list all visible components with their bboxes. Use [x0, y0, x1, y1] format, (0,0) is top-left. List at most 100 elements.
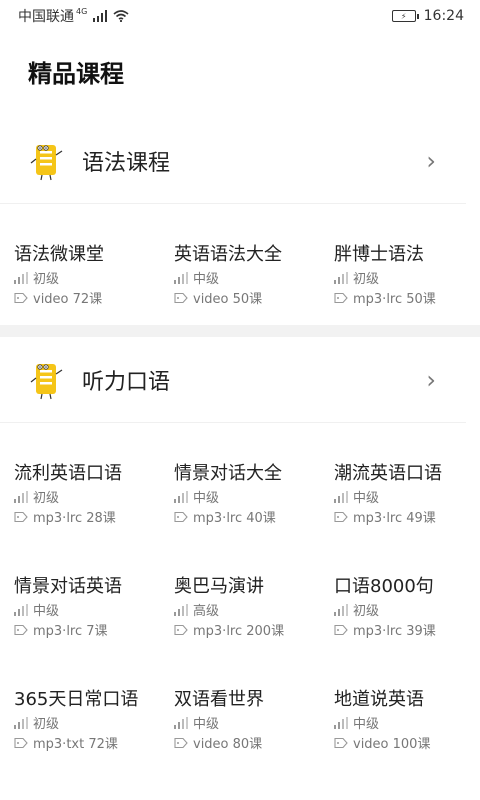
course-level: 中级	[33, 604, 60, 619]
course-level: 初级	[353, 604, 380, 619]
status-bar: 中国联通 4G ⚡ 16:24	[0, 0, 480, 32]
level-icon	[174, 490, 188, 503]
course-card[interactable]: 语法微课堂 初级 video 72课	[14, 204, 174, 317]
level-icon	[334, 490, 348, 503]
course-card[interactable]: 流利英语口语 初级 mp3·lrc 28课	[14, 423, 174, 536]
course-info: mp3·lrc 50课	[353, 292, 436, 307]
course-name: 胖博士语法	[334, 244, 424, 265]
course-info-row: video 72课	[14, 290, 174, 307]
course-info: mp3·lrc 28课	[33, 511, 116, 526]
course-level-row: 中级	[334, 715, 480, 732]
course-info-row: video 50课	[174, 290, 334, 307]
battery-icon: ⚡	[391, 10, 419, 22]
course-level: 初级	[33, 272, 60, 287]
course-info-row: mp3·lrc 49课	[334, 509, 480, 526]
course-info-row: mp3·lrc 50课	[334, 290, 480, 307]
course-card[interactable]: 情景对话大全 中级 mp3·lrc 40课	[174, 423, 334, 536]
course-level-row: 中级	[174, 715, 334, 732]
clock: 16:24	[423, 8, 464, 24]
carrier-label: 中国联通	[18, 9, 74, 25]
section-divider	[0, 325, 480, 337]
course-level: 中级	[353, 491, 380, 506]
section-title: 语法课程	[82, 150, 171, 176]
level-icon	[14, 271, 28, 284]
tag-icon	[14, 624, 28, 635]
mascot-icon	[30, 144, 63, 180]
course-level: 初级	[33, 491, 60, 506]
tag-icon	[174, 511, 188, 522]
section-header[interactable]: 听力口语 ›	[0, 337, 466, 423]
level-icon	[174, 716, 188, 729]
course-name: 情景对话大全	[174, 463, 282, 484]
course-name: 双语看世界	[174, 689, 264, 710]
course-name: 地道说英语	[334, 689, 424, 710]
course-name: 潮流英语口语	[334, 463, 442, 484]
course-level: 中级	[193, 717, 220, 732]
section-header[interactable]: 语法课程 ›	[0, 118, 466, 204]
level-icon	[174, 603, 188, 616]
course-info-row: mp3·lrc 200课	[174, 622, 334, 639]
course-card[interactable]: 双语看世界 中级 video 80课	[174, 649, 334, 762]
course-card[interactable]: 口语8000句 初级 mp3·lrc 39课	[334, 536, 480, 649]
tag-icon	[334, 737, 348, 748]
level-icon	[14, 716, 28, 729]
tag-icon	[14, 511, 28, 522]
course-level-row: 初级	[334, 602, 480, 619]
course-level-row: 高级	[174, 602, 334, 619]
course-name: 365天日常口语	[14, 689, 139, 710]
network-type-label: 4G	[76, 6, 88, 16]
course-name: 英语语法大全	[174, 244, 282, 265]
course-level: 高级	[193, 604, 220, 619]
level-icon	[334, 603, 348, 616]
course-name: 语法微课堂	[14, 244, 104, 265]
level-icon	[174, 271, 188, 284]
course-level-row: 中级	[334, 489, 480, 506]
course-level-row: 中级	[174, 489, 334, 506]
course-grid: 语法微课堂 初级 video 72课 英语语法大全 中级 video 50课 胖博士…	[0, 204, 480, 317]
course-card[interactable]: 365天日常口语 初级 mp3·txt 72课	[14, 649, 174, 762]
course-level: 初级	[353, 272, 380, 287]
tag-icon	[334, 292, 348, 303]
course-card[interactable]: 英语语法大全 中级 video 50课	[174, 204, 334, 317]
course-card[interactable]: 奥巴马演讲 高级 mp3·lrc 200课	[174, 536, 334, 649]
course-card[interactable]: 潮流英语口语 中级 mp3·lrc 49课	[334, 423, 480, 536]
tag-icon	[174, 292, 188, 303]
chevron-right-icon[interactable]: ›	[426, 366, 436, 394]
page-title: 精品课程	[28, 60, 124, 88]
course-level-row: 中级	[14, 602, 174, 619]
course-info-row: mp3·txt 72课	[14, 735, 174, 752]
course-info-row: mp3·lrc 28课	[14, 509, 174, 526]
wifi-icon	[113, 10, 129, 22]
course-card[interactable]: 情景对话英语 中级 mp3·lrc 7课	[14, 536, 174, 649]
tag-icon	[14, 737, 28, 748]
course-level: 初级	[33, 717, 60, 732]
course-info: mp3·lrc 200课	[193, 624, 285, 639]
course-level-row: 中级	[174, 270, 334, 287]
chevron-right-icon[interactable]: ›	[426, 147, 436, 175]
course-info-row: video 80课	[174, 735, 334, 752]
level-icon	[334, 716, 348, 729]
tag-icon	[334, 624, 348, 635]
course-info-row: mp3·lrc 39课	[334, 622, 480, 639]
course-card[interactable]: 胖博士语法 初级 mp3·lrc 50课	[334, 204, 480, 317]
course-info: video 72课	[33, 292, 103, 307]
course-name: 口语8000句	[334, 576, 434, 597]
course-level: 中级	[193, 491, 220, 506]
tag-icon	[334, 511, 348, 522]
tag-icon	[14, 292, 28, 303]
section-title: 听力口语	[82, 369, 171, 395]
mascot-icon	[30, 363, 63, 399]
course-info: video 50课	[193, 292, 263, 307]
course-name: 奥巴马演讲	[174, 576, 264, 597]
level-icon	[14, 603, 28, 616]
course-level-row: 初级	[14, 489, 174, 506]
course-level: 中级	[193, 272, 220, 287]
level-icon	[14, 490, 28, 503]
course-info-row: mp3·lrc 7课	[14, 622, 174, 639]
course-card[interactable]: 地道说英语 中级 video 100课	[334, 649, 480, 762]
course-info: mp3·lrc 49课	[353, 511, 436, 526]
signal-icon	[93, 10, 108, 22]
course-name: 情景对话英语	[14, 576, 122, 597]
course-name: 流利英语口语	[14, 463, 122, 484]
course-grid: 流利英语口语 初级 mp3·lrc 28课 情景对话大全 中级 mp3·lrc 4…	[0, 423, 480, 762]
